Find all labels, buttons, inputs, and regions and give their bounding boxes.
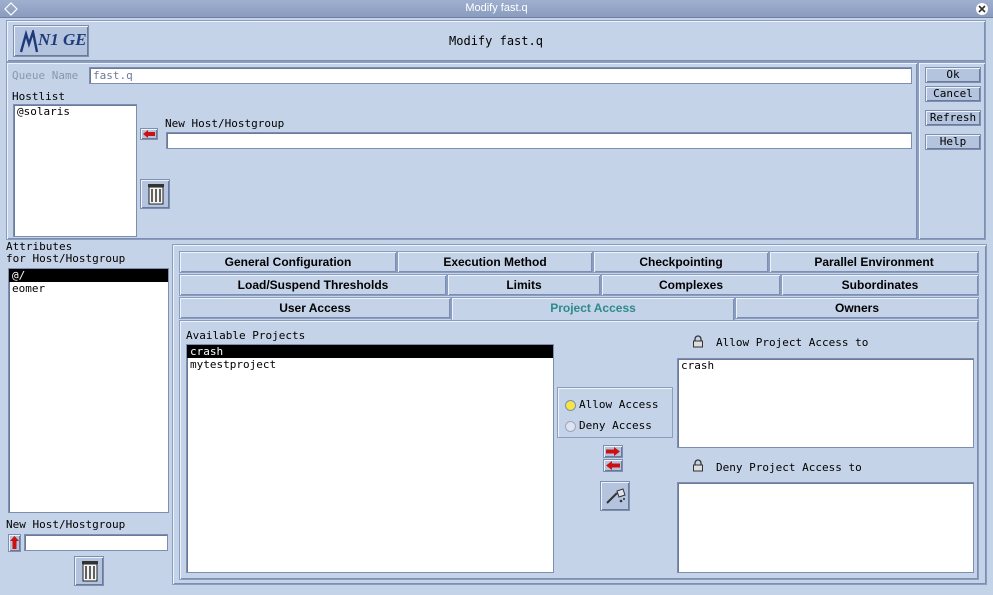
arrow-right-icon [606, 447, 620, 456]
tab-checkpointing[interactable]: Checkpointing [593, 251, 769, 273]
tab-complexes[interactable]: Complexes [601, 274, 781, 296]
page-title: Modify fast.q [449, 34, 543, 48]
attributes-new-host-field[interactable] [24, 534, 168, 551]
attributes-new-host-label: New Host/Hostgroup [6, 518, 126, 531]
new-host-label: New Host/Hostgroup [165, 117, 285, 130]
broom-icon [606, 488, 626, 504]
queue-name-label: Queue Name [12, 69, 79, 82]
tab-user-access[interactable]: User Access [179, 297, 451, 319]
available-projects-list[interactable]: crash mytestproject [186, 344, 554, 573]
allow-access-radio[interactable] [565, 400, 576, 411]
trash-icon [82, 561, 98, 582]
arrow-left-icon [143, 130, 155, 138]
add-host-button[interactable] [140, 128, 158, 140]
list-item[interactable]: eomer [9, 282, 168, 295]
move-left-button[interactable] [603, 459, 623, 472]
action-panel: Ok Cancel Refresh Help [918, 62, 986, 240]
tabs-container: General Configuration Execution Method C… [172, 244, 987, 585]
header-panel: N1 GE Modify fast.q [6, 20, 986, 62]
help-button[interactable]: Help [925, 134, 981, 150]
lock-icon [693, 335, 703, 348]
delete-host-button[interactable] [140, 179, 170, 209]
tab-project-access[interactable]: Project Access [451, 297, 735, 321]
arrow-left-icon [606, 461, 620, 470]
add-attribute-host-button[interactable] [8, 534, 21, 552]
queue-panel: Queue Name fast.q Hostlist @solaris New … [6, 62, 918, 240]
deny-projects-list[interactable] [677, 482, 974, 573]
window-title: Modify fast.q [465, 2, 528, 14]
clear-button[interactable] [600, 481, 630, 511]
list-item[interactable]: @solaris [14, 105, 136, 118]
tab-parallel-environment[interactable]: Parallel Environment [769, 251, 979, 273]
attributes-label: Attributes for Host/Hostgroup [6, 241, 125, 265]
allow-project-access-label: Allow Project Access to [716, 336, 869, 349]
refresh-button[interactable]: Refresh [925, 110, 981, 126]
tab-load-suspend-thresholds[interactable]: Load/Suspend Thresholds [179, 274, 447, 296]
arrow-up-icon [10, 536, 19, 549]
lock-icon [693, 459, 703, 472]
window-title-bar: Modify fast.q [0, 0, 993, 18]
delete-attribute-host-button[interactable] [74, 556, 104, 586]
tab-execution-method[interactable]: Execution Method [397, 251, 593, 273]
deny-access-radio[interactable] [565, 421, 576, 432]
available-projects-label: Available Projects [186, 329, 306, 342]
cancel-button[interactable]: Cancel [925, 86, 981, 102]
ok-button[interactable]: Ok [925, 67, 981, 83]
move-right-button[interactable] [603, 445, 623, 458]
allow-projects-list[interactable]: crash [677, 358, 974, 448]
queue-name-field[interactable]: fast.q [89, 67, 912, 84]
list-item[interactable]: @/ [9, 269, 168, 282]
new-host-field[interactable] [166, 132, 912, 149]
hostlist-list[interactable]: @solaris [13, 104, 137, 237]
list-item[interactable]: crash [187, 345, 553, 358]
deny-project-access-label: Deny Project Access to [716, 461, 862, 474]
tab-subordinates[interactable]: Subordinates [781, 274, 979, 296]
hostlist-label: Hostlist [12, 90, 65, 103]
close-icon[interactable] [975, 2, 989, 16]
attributes-label-line2: for Host/Hostgroup [6, 252, 126, 265]
tab-limits[interactable]: Limits [447, 274, 601, 296]
list-item[interactable]: mytestproject [187, 358, 553, 371]
tab-owners[interactable]: Owners [735, 297, 979, 319]
list-item[interactable]: crash [678, 359, 973, 372]
tab-general-configuration[interactable]: General Configuration [179, 251, 397, 273]
allow-access-label: Allow Access [579, 398, 659, 411]
access-radio-group: Allow Access Deny Access [557, 387, 673, 438]
trash-icon [148, 184, 164, 205]
project-access-panel: Available Projects crash mytestproject A… [179, 320, 979, 580]
deny-access-label: Deny Access [579, 419, 652, 432]
attributes-host-list[interactable]: @/ eomer [8, 268, 169, 513]
